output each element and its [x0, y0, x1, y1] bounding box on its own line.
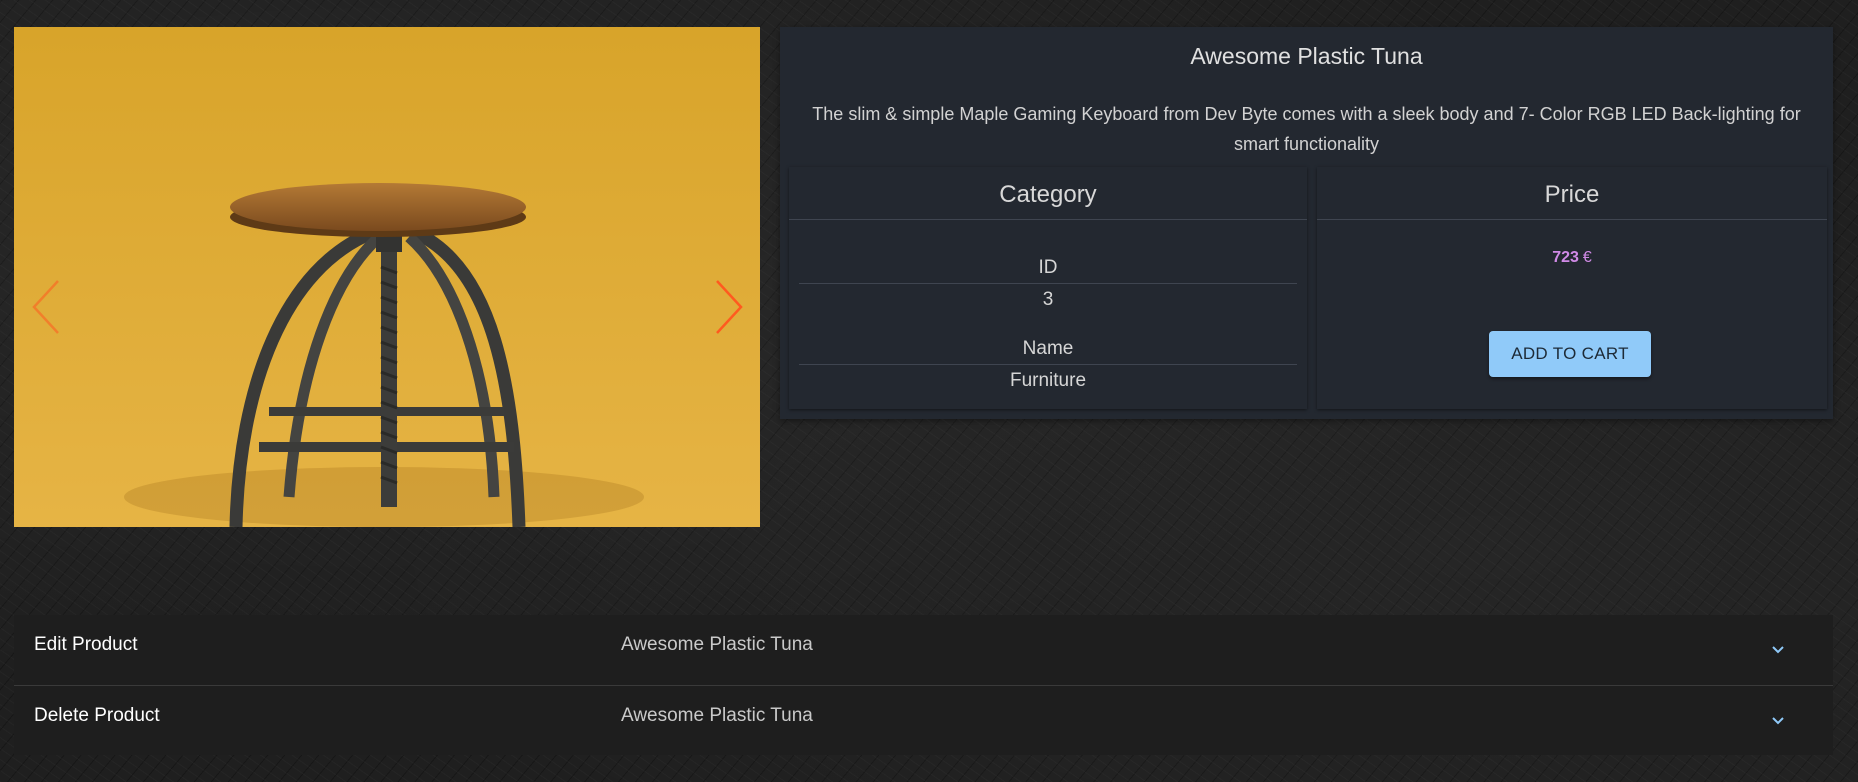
carousel-next-arrow[interactable] — [711, 277, 747, 337]
product-title: Awesome Plastic Tuna — [1190, 43, 1423, 69]
price-card: Price 723 € ADD TO CART — [1317, 167, 1827, 409]
chevron-down-icon[interactable] — [1770, 713, 1786, 729]
price-value: 723 € — [1317, 249, 1827, 267]
product-image — [14, 27, 760, 527]
delete-product-subtitle: Awesome Plastic Tuna — [621, 705, 813, 726]
delete-product-title: Delete Product — [34, 705, 160, 726]
carousel-prev-arrow[interactable] — [28, 277, 64, 337]
category-name-label: Name — [799, 338, 1297, 365]
edit-product-title: Edit Product — [34, 634, 138, 655]
edit-product-subtitle: Awesome Plastic Tuna — [621, 634, 813, 655]
category-id-label: ID — [799, 257, 1297, 284]
category-id-value: 3 — [1042, 289, 1054, 310]
delete-product-panel[interactable]: Delete Product Awesome Plastic Tuna — [14, 686, 1833, 755]
price-amount: 723 — [1552, 249, 1579, 266]
product-actions-accordion: Edit Product Awesome Plastic Tuna Delete… — [14, 615, 1833, 755]
product-detail-card: Awesome Plastic Tuna The slim & simple M… — [780, 27, 1833, 419]
product-description: The slim & simple Maple Gaming Keyboard … — [812, 104, 1801, 154]
edit-product-panel[interactable]: Edit Product Awesome Plastic Tuna — [14, 615, 1833, 686]
add-to-cart-button[interactable]: ADD TO CART — [1489, 331, 1651, 377]
product-image-carousel[interactable] — [14, 27, 760, 527]
price-currency: € — [1582, 249, 1592, 266]
category-heading: Category — [789, 181, 1307, 220]
category-card: Category ID 3 Name Furniture — [789, 167, 1307, 409]
chevron-down-icon[interactable] — [1770, 642, 1786, 658]
category-name-value: Furniture — [1009, 370, 1087, 391]
price-heading: Price — [1317, 181, 1827, 220]
